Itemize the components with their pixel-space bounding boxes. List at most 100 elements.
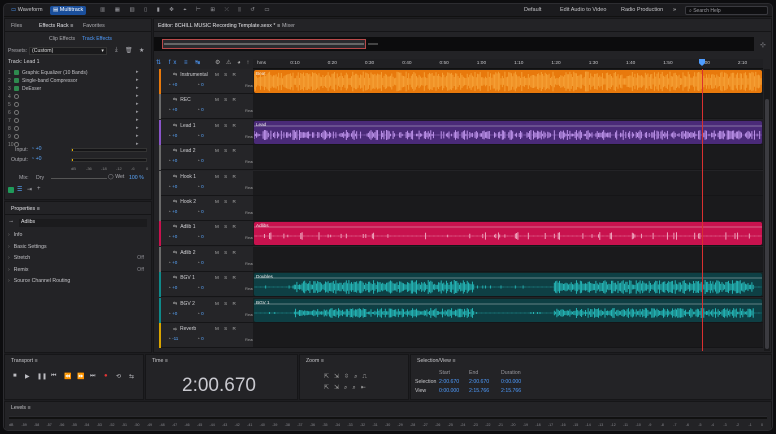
property-row[interactable]: › Stretch Off xyxy=(8,255,146,265)
save-preset-icon[interactable]: ⤓ xyxy=(115,47,118,54)
input-knob[interactable]: ◔ +0 xyxy=(31,146,42,152)
track-pan-knob[interactable]: ◔ 0 xyxy=(197,311,204,316)
track-pan-knob[interactable]: ◔ 0 xyxy=(197,158,204,163)
track-msr-buttons[interactable]: M S R xyxy=(215,123,238,128)
pause-icon[interactable]: ❚❚ xyxy=(37,373,47,380)
chevron-right-icon[interactable]: ▸ xyxy=(136,101,139,107)
power-icon[interactable] xyxy=(14,70,19,75)
track-lane[interactable] xyxy=(253,323,763,348)
workspace-edit-audio-video[interactable]: Edit Audio to Video xyxy=(560,7,606,13)
track-pan-knob[interactable]: ◔ 0 xyxy=(197,285,204,290)
fast-forward-icon[interactable]: ⏩ xyxy=(77,373,84,380)
loop-icon[interactable]: ⟲ xyxy=(116,373,121,380)
audio-clip[interactable]: Lead xyxy=(254,120,762,144)
multitrack-view-button[interactable]: ▤ Multitrack xyxy=(50,6,87,15)
view-start[interactable]: 0:00.000 xyxy=(439,388,459,394)
zoom-tool-icon[interactable]: ⊹ xyxy=(760,41,766,49)
track-lane[interactable] xyxy=(253,170,763,196)
track-name[interactable]: ⇆ REC xyxy=(173,97,191,103)
track-volume-knob[interactable]: ◔ +0 xyxy=(168,311,177,316)
track-effects-tab[interactable]: Track Effects xyxy=(82,36,112,42)
chevron-right-icon[interactable]: ▸ xyxy=(136,109,139,115)
track-volume-knob[interactable]: ◔ +0 xyxy=(168,234,177,239)
track-volume-knob[interactable]: ◔ +0 xyxy=(168,209,177,214)
zoom-tools-row2[interactable]: ⇱⇲⌕⌕⇤ xyxy=(324,384,371,392)
delete-preset-icon[interactable]: 🗑 xyxy=(125,47,133,54)
track-msr-buttons[interactable]: M S R xyxy=(215,275,238,280)
track-msr-buttons[interactable]: M S R xyxy=(215,224,238,229)
view-end[interactable]: 2:15.766 xyxy=(469,388,489,394)
view-duration[interactable]: 2:15.766 xyxy=(501,388,521,394)
power-icon[interactable] xyxy=(14,118,19,123)
rack-split-icon[interactable]: ⇥ xyxy=(27,186,32,193)
clip-name-field[interactable]: Adlibs xyxy=(19,219,147,227)
track-header[interactable]: ⇆ Hook 1M S R ◔ +0 ◔ 0 Read xyxy=(159,170,255,196)
track-volume-knob[interactable]: ◔ +0 xyxy=(168,82,177,87)
tab-editor[interactable]: Editor: 8CHILL MUSIC Recording Template.… xyxy=(158,23,280,29)
chevron-right-icon[interactable]: ▸ xyxy=(136,133,139,139)
effect-slot[interactable]: 1 Graphic Equalizer (10 Bands) ▸ xyxy=(8,69,140,77)
rewind-icon[interactable]: ⏪ xyxy=(64,373,71,380)
track-msr-buttons[interactable]: M S R xyxy=(215,174,238,179)
header-mode-icons[interactable]: ⚙ ⚠ ◕ ↑ xyxy=(215,59,251,66)
track-volume-knob[interactable]: ◔ +0 xyxy=(168,158,177,163)
mix-slider[interactable] xyxy=(51,178,107,179)
effect-slot[interactable]: 8 ▸ xyxy=(8,125,140,133)
track-name[interactable]: ⥤ Reverb xyxy=(173,326,196,332)
track-volume-knob[interactable]: ◔ +0 xyxy=(168,260,177,265)
track-pan-knob[interactable]: ◔ 0 xyxy=(197,133,204,138)
track-lane[interactable] xyxy=(253,246,763,272)
go-to-end-icon[interactable]: ⏭ xyxy=(90,373,95,380)
tab-effects-rack[interactable]: Effects Rack ≡ xyxy=(39,23,73,29)
track-header[interactable]: ⇆ Hook 2M S R ◔ +0 ◔ 0 Read xyxy=(159,196,255,221)
play-icon[interactable]: ▶ xyxy=(25,373,30,380)
audio-clip[interactable]: Adlibs xyxy=(254,222,762,246)
track-pan-knob[interactable]: ◔ 0 xyxy=(197,209,204,214)
chevron-right-icon[interactable]: ▸ xyxy=(136,77,139,83)
tab-mixer[interactable]: Mixer xyxy=(282,23,295,29)
zoom-tools-row1[interactable]: ⇱⇲⇳⌕⎍ xyxy=(324,373,372,381)
audio-clip[interactable]: Beat xyxy=(254,70,762,93)
vertical-scrollbar[interactable] xyxy=(764,69,770,351)
track-name[interactable]: ⇆ BGV 1 xyxy=(173,275,195,281)
track-header[interactable]: ⇆ Lead 2M S R ◔ +0 ◔ 0 Read xyxy=(159,145,255,171)
rack-power-icon[interactable] xyxy=(8,187,14,193)
power-icon[interactable] xyxy=(14,94,19,99)
track-name[interactable]: ⇆ Lead 1 xyxy=(173,123,196,129)
record-icon[interactable]: ● xyxy=(104,373,108,379)
track-header-tools[interactable]: ⇅ fx ≡ ↹ xyxy=(156,59,203,66)
power-icon[interactable] xyxy=(14,86,19,91)
selection-start[interactable]: 2:00.670 xyxy=(439,379,459,385)
track-header[interactable]: ⇆ Instrumental M S R ◔ +0 ◔ 0 Read xyxy=(159,69,255,94)
selection-end[interactable]: 2:00.670 xyxy=(469,379,489,385)
track-lane[interactable] xyxy=(253,94,763,120)
skip-icon[interactable]: ⇆ xyxy=(129,373,134,380)
track-header[interactable]: ⥤ Reverb M S R ◔ -11 ◔ 0 Read xyxy=(159,323,255,348)
track-name[interactable]: ⇆ Adlib 1 xyxy=(173,224,196,230)
track-name[interactable]: ⇆ Hook 1 xyxy=(173,174,196,180)
track-lane[interactable] xyxy=(253,196,763,221)
favorite-star-icon[interactable]: ★ xyxy=(139,47,144,54)
power-icon[interactable] xyxy=(14,78,19,83)
effect-slot[interactable]: 4 ▸ xyxy=(8,93,140,101)
effect-slot[interactable]: 9 ▸ xyxy=(8,133,140,141)
track-header[interactable]: ⇆ BGV 2M S R ◔ +0 ◔ 0 Read xyxy=(159,297,255,323)
track-name[interactable]: ⇆ BGV 2 xyxy=(173,301,195,307)
effect-slot[interactable]: 6 ▸ xyxy=(8,109,140,117)
track-pan-knob[interactable]: ◔ 0 xyxy=(197,184,204,189)
track-pan-knob[interactable]: ◔ 0 xyxy=(197,107,204,112)
overview-bar[interactable] xyxy=(154,37,754,51)
track-pan-knob[interactable]: ◔ 0 xyxy=(197,260,204,265)
track-pan-knob[interactable]: ◔ 0 xyxy=(197,82,204,87)
property-row[interactable]: › Source Channel Routing xyxy=(8,278,146,288)
effect-slot[interactable]: 3 DeEsser ▸ xyxy=(8,85,140,93)
go-to-start-icon[interactable]: ⏮ xyxy=(51,373,56,380)
track-volume-knob[interactable]: ◔ +0 xyxy=(168,285,177,290)
chevron-right-icon[interactable]: ▸ xyxy=(136,85,139,91)
track-msr-buttons[interactable]: M S R xyxy=(215,72,238,77)
mix-wet-radio[interactable]: ◯ Wet xyxy=(108,174,124,180)
track-lane[interactable] xyxy=(253,145,763,171)
selection-duration[interactable]: 0:00.000 xyxy=(501,379,521,385)
track-volume-knob[interactable]: ◔ -11 xyxy=(168,336,178,341)
more-workspaces-icon[interactable]: » xyxy=(673,7,676,13)
